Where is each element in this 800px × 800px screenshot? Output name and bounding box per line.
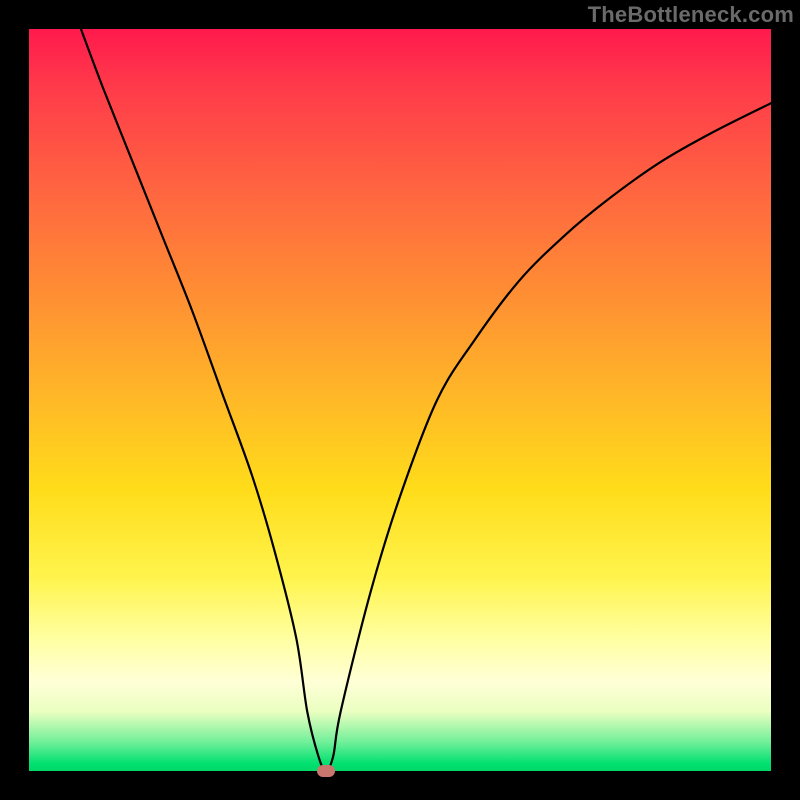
plot-area — [29, 29, 771, 771]
chart-frame: TheBottleneck.com — [0, 0, 800, 800]
optimum-marker — [317, 765, 335, 777]
curve-path — [81, 29, 771, 771]
bottleneck-curve — [29, 29, 771, 771]
watermark-text: TheBottleneck.com — [588, 2, 794, 28]
